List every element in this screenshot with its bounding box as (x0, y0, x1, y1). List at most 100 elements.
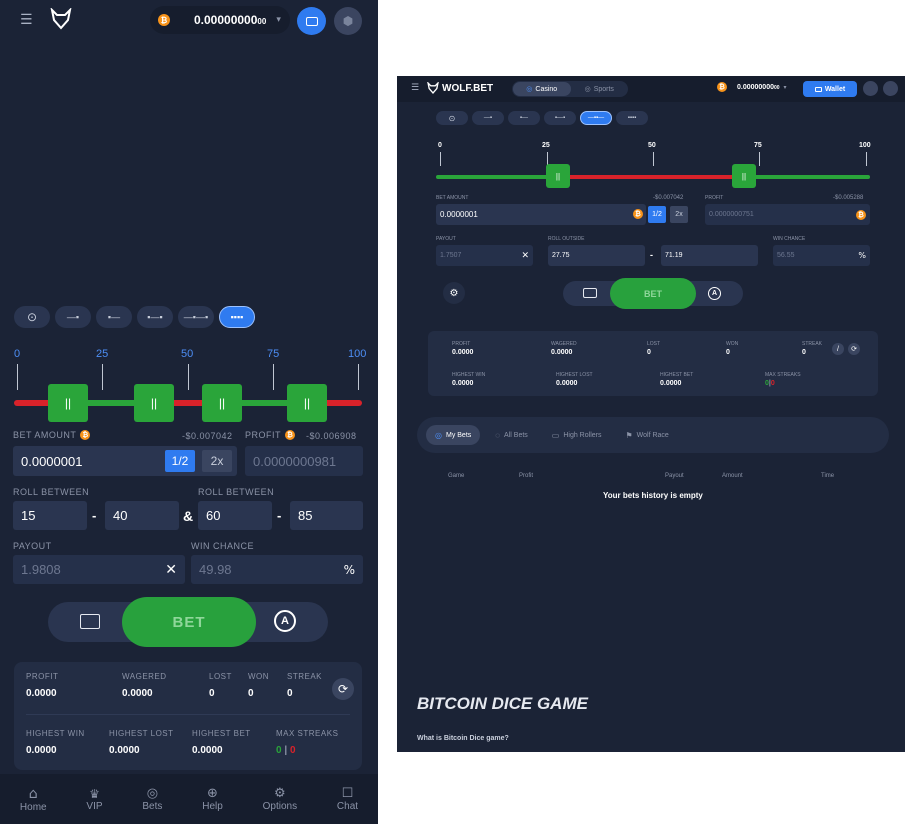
nav-help[interactable]: ⊕ Help (202, 786, 223, 812)
stat-profit-label: PROFIT (26, 672, 59, 681)
nav-home[interactable]: ⌂ Home (20, 786, 47, 813)
manual-bet-button[interactable] (78, 612, 102, 630)
profile-button[interactable]: ⬢ (334, 7, 362, 35)
slider-tick-100: 100 (348, 348, 367, 360)
col-game: Game (448, 473, 465, 479)
toggle-icon[interactable]: / (832, 343, 844, 355)
bet-type-settings[interactable]: ⊙ (436, 111, 468, 125)
slider-handle-2[interactable]: || (134, 384, 174, 422)
bet-amount-input[interactable]: 0.0000001 (436, 204, 646, 225)
bet-button[interactable]: BET (610, 278, 696, 309)
bet-type-over[interactable]: ▪— (96, 306, 132, 328)
shield-icon: ⬢ (342, 14, 354, 28)
slider-handle-high[interactable]: || (732, 164, 756, 188)
payout-input[interactable]: 1.9808 ✕ (13, 555, 185, 584)
nav-options[interactable]: ⚙ Options (263, 786, 297, 812)
tab-high-rollers[interactable]: ▭ High Rollers (543, 425, 611, 445)
tab-sports[interactable]: ◎ Sports (571, 85, 629, 94)
bet-type-under[interactable]: —▪ (472, 111, 504, 125)
close-icon[interactable]: ✕ (165, 562, 177, 578)
auto-icon[interactable]: A (274, 610, 296, 632)
slider-handle-3[interactable]: || (202, 384, 242, 422)
stat-streak: 0 (802, 349, 806, 356)
wallet-icon (305, 16, 318, 26)
win-chance-input[interactable]: 49.98 % (191, 555, 363, 584)
slider-tick-50: 50 (648, 142, 656, 149)
balance-pill[interactable]: ₿ 0.0000000000 ▾ (150, 6, 290, 34)
tab-my-bets[interactable]: ◎ My Bets (426, 425, 481, 445)
chevron-down-icon[interactable]: ▾ (784, 84, 787, 91)
bet-type-two-ranges[interactable]: ▪▪▪▪ (219, 306, 255, 328)
tab-all-bets[interactable]: ◌ All Bets (486, 425, 537, 445)
payout-input[interactable]: 1.7507 ✕ (436, 245, 533, 266)
refresh-icon[interactable]: ⟳ (848, 343, 860, 355)
half-button[interactable]: 1/2 (648, 206, 666, 223)
payout-label: PAYOUT (13, 541, 52, 551)
manual-bet-button[interactable] (583, 288, 597, 298)
auto-icon[interactable]: A (708, 287, 721, 300)
roll-outside-label: ROLL OUTSIDE (548, 236, 585, 242)
bet-type-two-ranges[interactable]: ▪▪▪▪ (616, 111, 648, 125)
stat-won: 0 (726, 349, 730, 356)
percent-icon[interactable]: % (344, 563, 355, 577)
wolf-logo-icon[interactable] (50, 6, 72, 30)
logo[interactable]: WOLF.BET (427, 82, 493, 94)
wallet-icon (814, 86, 822, 92)
bet-type-over[interactable]: ▪— (508, 111, 540, 125)
wallet-button[interactable] (297, 7, 326, 35)
stat-highest-lost: 0.0000 (109, 745, 140, 756)
slider-track[interactable] (436, 175, 870, 179)
stat-streak-label: STREAK (287, 672, 323, 681)
bet-type-under[interactable]: —▪ (55, 306, 91, 328)
nav-vip[interactable]: ♛ VIP (86, 787, 102, 812)
wolf-logo-icon (427, 82, 439, 94)
settings-icon[interactable]: ⚙ (443, 282, 465, 304)
bet-amount-label-row: BET AMOUNT ₿ (13, 430, 91, 440)
stat-streak: 0 (287, 688, 293, 699)
balance-pill[interactable]: ₿ 0.0000000000 ▾ (717, 82, 787, 92)
win-chance-input[interactable]: 56.55 % (773, 245, 870, 266)
nav-bets[interactable]: ◎ Bets (142, 786, 162, 812)
high-rollers-icon: ▭ (551, 430, 560, 440)
close-icon[interactable]: ✕ (521, 251, 529, 261)
profit-usd: -$0.005288 (833, 195, 864, 201)
roll-between-label-2: ROLL BETWEEN (198, 487, 275, 497)
bet-type-outside[interactable]: —▪▪— (580, 111, 612, 125)
bitcoin-icon: ₿ (285, 430, 295, 440)
slider-handle-low[interactable]: || (546, 164, 570, 188)
roll-low-input[interactable]: 27.75 (548, 245, 645, 266)
menu-icon[interactable]: ☰ (20, 12, 33, 28)
bet-type-outside[interactable]: —▪—▪ (178, 306, 214, 328)
home-icon: ⌂ (28, 785, 38, 802)
percent-icon[interactable]: % (858, 251, 866, 260)
stat-won-label: WON (248, 672, 270, 681)
chat-button[interactable] (883, 81, 898, 96)
bet-type-settings[interactable]: ⊙ (14, 306, 50, 328)
range1-high-input[interactable]: 40 (105, 501, 179, 530)
refresh-icon[interactable]: ⟳ (332, 678, 354, 700)
slider-handle-4[interactable]: || (287, 384, 327, 422)
tab-casino[interactable]: ◎ Casino (513, 82, 571, 96)
bet-button[interactable]: BET (122, 597, 256, 647)
tab-wolf-race[interactable]: ⚑ Wolf Race (616, 425, 677, 445)
bet-type-selector: ⊙ —▪ ▪— ▪—▪ —▪▪— ▪▪▪▪ (436, 111, 648, 125)
range1-low-input[interactable]: 15 (13, 501, 87, 530)
range2-low-input[interactable]: 60 (198, 501, 272, 530)
bet-type-between[interactable]: ▪—▪ (137, 306, 173, 328)
stats-panel: PROFIT 0.0000 WAGERED 0.0000 LOST 0 WON … (428, 331, 878, 396)
profile-button[interactable] (863, 81, 878, 96)
slider-handle-1[interactable]: || (48, 384, 88, 422)
my-bets-icon: ◎ (435, 430, 442, 440)
chevron-down-icon[interactable]: ▾ (276, 15, 281, 25)
bet-type-between[interactable]: ▪—▪ (544, 111, 576, 125)
stat-highest-win-label: HIGHEST WIN (26, 729, 85, 738)
roll-high-input[interactable]: 71.19 (661, 245, 758, 266)
range2-high-input[interactable]: 85 (290, 501, 363, 530)
half-button[interactable]: 1/2 (165, 450, 195, 472)
wallet-button[interactable]: Wallet (803, 81, 857, 97)
stat-profit: 0.0000 (26, 688, 57, 699)
nav-chat[interactable]: ☐ Chat (337, 786, 358, 812)
double-button[interactable]: 2x (202, 450, 232, 472)
menu-icon[interactable]: ☰ (411, 83, 419, 93)
double-button[interactable]: 2x (670, 206, 688, 223)
